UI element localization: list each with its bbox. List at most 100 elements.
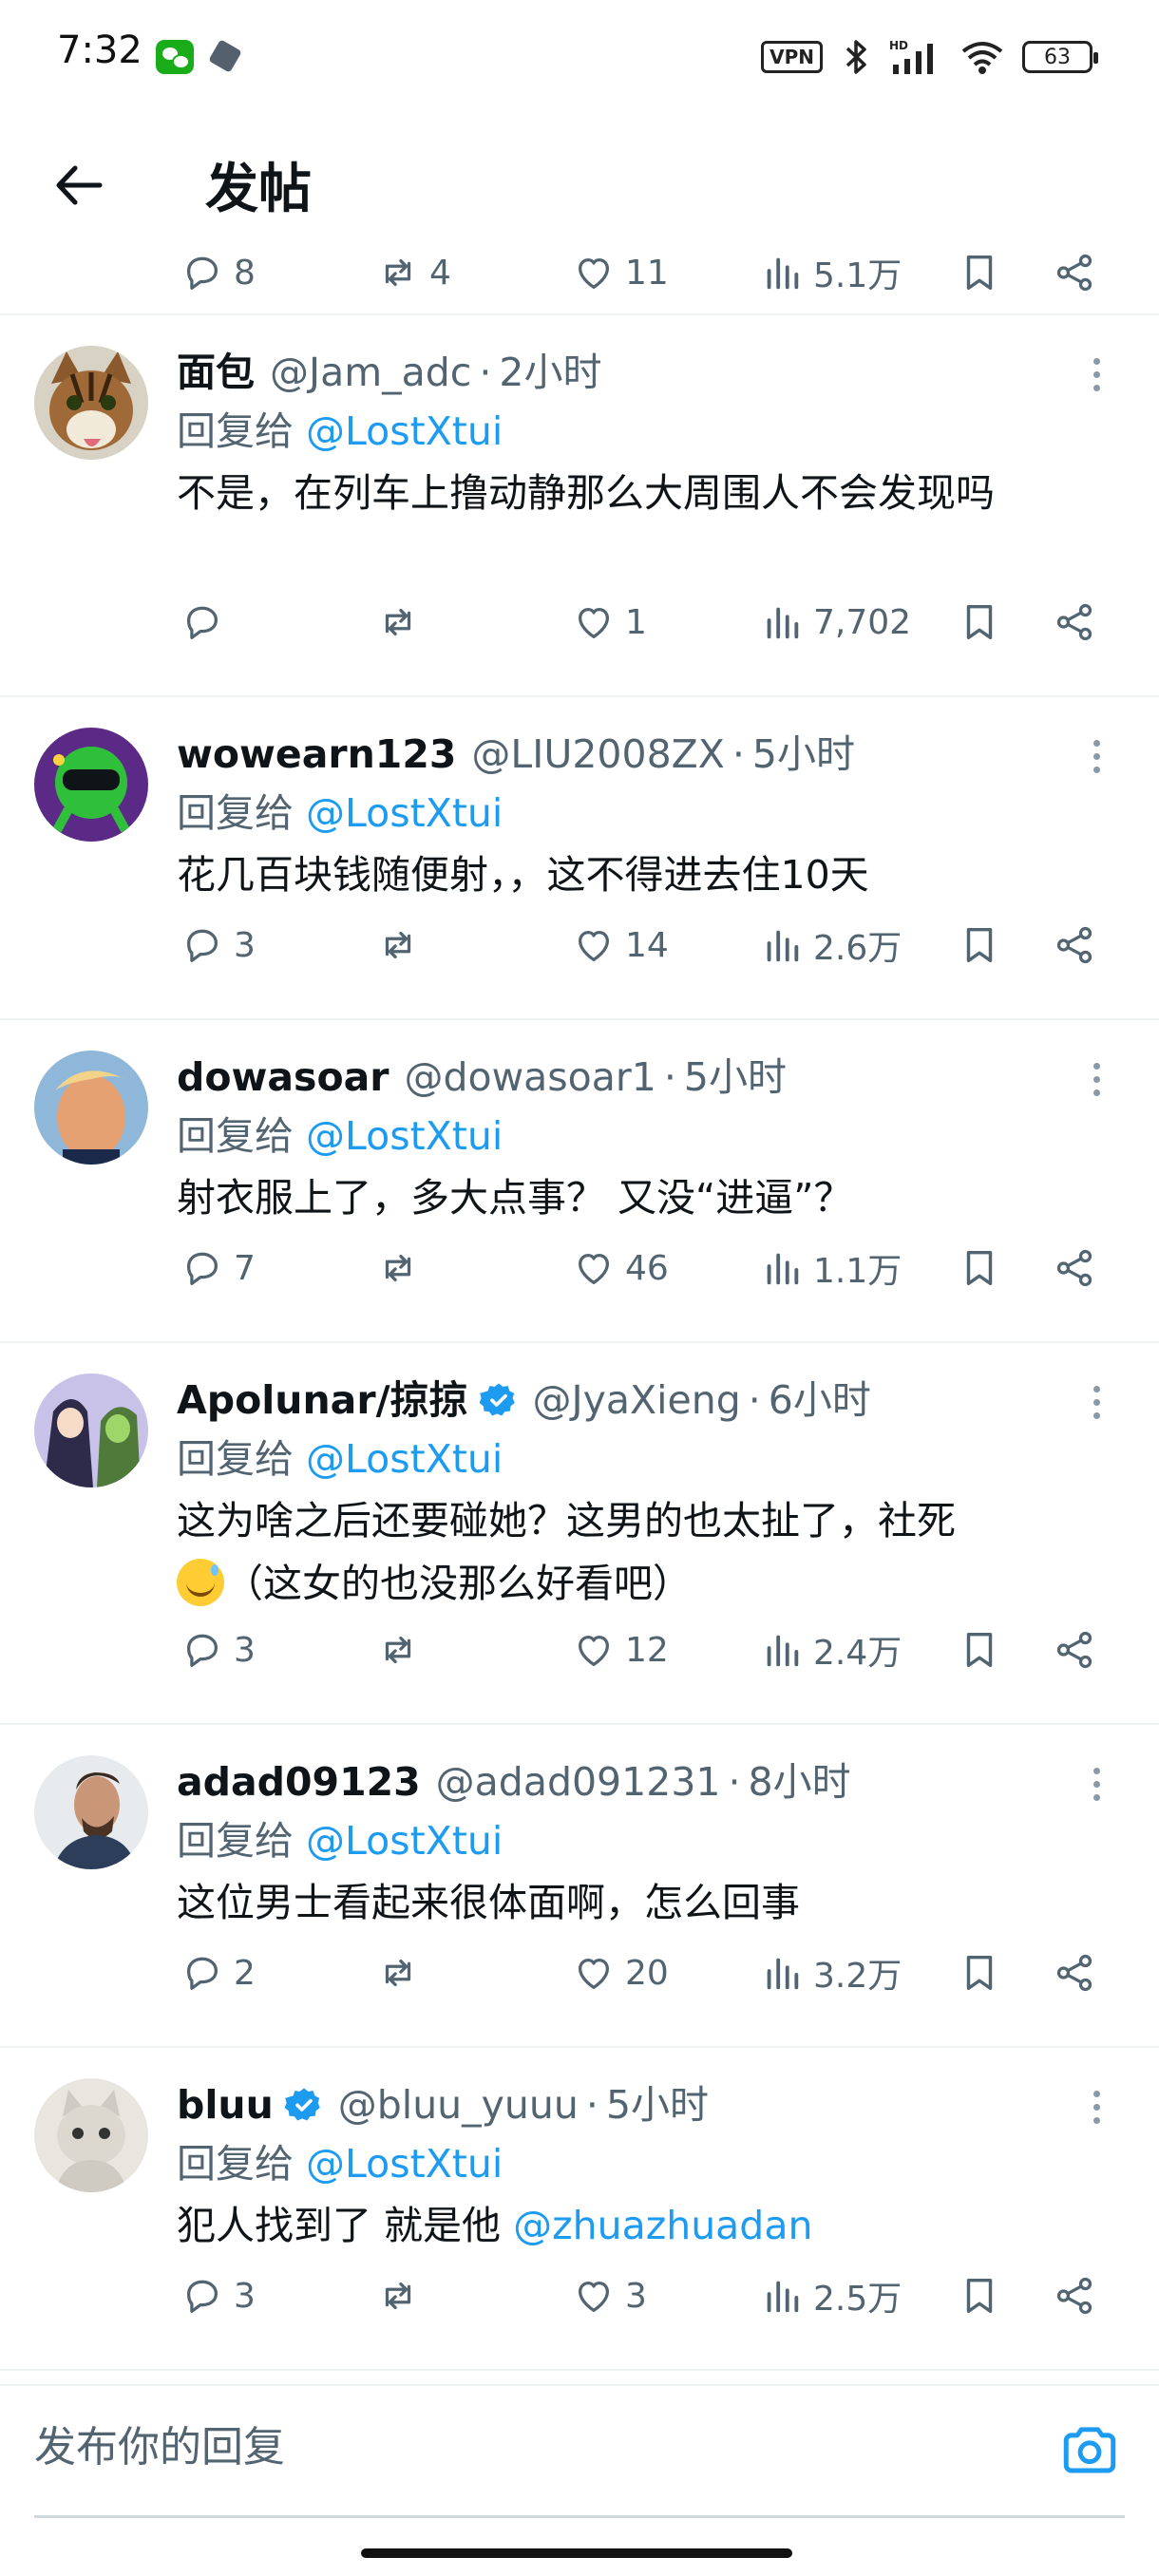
action-bar: 2 20 3.2万 — [0, 1940, 1159, 2006]
more-options-button[interactable] — [1077, 1373, 1115, 1430]
more-options-button[interactable] — [1077, 2078, 1115, 2135]
share-button[interactable] — [1053, 589, 1096, 655]
retweet-button[interactable] — [376, 1235, 429, 1301]
bookmark-button[interactable] — [958, 912, 1001, 978]
like-button[interactable]: 11 — [572, 239, 669, 306]
author-name[interactable]: Apolunar/掠掠 — [177, 1372, 468, 1429]
retweet-count: 4 — [429, 253, 451, 293]
retweet-button[interactable] — [376, 1940, 429, 2006]
author-handle[interactable]: @bluu_yuuu — [338, 2076, 579, 2133]
mention-link[interactable]: @zhuazhuadan — [513, 2203, 812, 2248]
retweet-button[interactable] — [376, 912, 429, 978]
like-button[interactable]: 3 — [572, 2263, 647, 2329]
reply-count: 7 — [234, 1248, 256, 1288]
reply-button[interactable]: 7 — [180, 1235, 256, 1301]
author-handle[interactable]: @JyaXieng — [533, 1372, 741, 1429]
share-button[interactable] — [1053, 1235, 1096, 1301]
author-handle[interactable]: @Jam_adc — [270, 344, 471, 401]
more-options-button[interactable] — [1077, 1051, 1115, 1108]
like-button[interactable]: 46 — [572, 1235, 669, 1301]
author-handle[interactable]: @dowasoar1 — [405, 1049, 656, 1106]
reply-to-link[interactable]: @LostXtui — [306, 408, 503, 454]
share-button[interactable] — [1053, 912, 1096, 978]
reply-input[interactable]: 发布你的回复 — [34, 2386, 984, 2510]
avatar[interactable] — [34, 346, 148, 460]
reply-to-label: 回复给 — [177, 408, 307, 454]
share-icon — [1056, 1954, 1092, 1992]
reply-to-link[interactable]: @LostXtui — [306, 790, 503, 836]
reply-item[interactable]: wowearn123 @LIU2008ZX · 5小时 回复给 @LostXtu… — [0, 697, 1159, 1020]
reply-button[interactable]: 3 — [180, 1617, 256, 1683]
like-button[interactable]: 14 — [572, 912, 669, 978]
share-button[interactable] — [1053, 1940, 1096, 2006]
more-options-button[interactable] — [1077, 728, 1115, 785]
author-handle[interactable]: @LIU2008ZX — [471, 726, 724, 783]
more-options-button[interactable] — [1077, 1755, 1115, 1812]
author-name[interactable]: 面包 — [177, 344, 255, 401]
reply-button[interactable]: 3 — [180, 2263, 256, 2329]
reply-button[interactable] — [180, 589, 234, 655]
reply-button[interactable]: 2 — [180, 1940, 256, 2006]
reply-item[interactable]: dowasoar @dowasoar1 · 5小时 回复给 @LostXtui … — [0, 1020, 1159, 1343]
share-button[interactable] — [1053, 2263, 1096, 2329]
reply-to-link[interactable]: @LostXtui — [306, 2141, 503, 2187]
like-button[interactable]: 1 — [572, 589, 647, 655]
separator-dot: · — [585, 2082, 598, 2128]
bookmark-button[interactable] — [958, 239, 1001, 306]
reply-to-link[interactable]: @LostXtui — [306, 1818, 503, 1864]
retweet-button[interactable] — [376, 1617, 429, 1683]
avatar[interactable] — [34, 1051, 148, 1165]
reply-count: 3 — [234, 1630, 256, 1670]
share-button[interactable] — [1053, 239, 1096, 306]
home-indicator[interactable] — [361, 2548, 792, 2558]
reply-item[interactable]: bluu @bluu_yuuu · 5小时 回复给 @LostXtui 犯人找到… — [0, 2048, 1159, 2371]
views-button[interactable]: 3.2万 — [760, 1940, 902, 2006]
back-button[interactable] — [46, 152, 112, 218]
views-button[interactable]: 7,702 — [760, 589, 911, 655]
bookmark-button[interactable] — [958, 1235, 1001, 1301]
views-button[interactable]: 1.1万 — [760, 1235, 902, 1301]
reply-to-link[interactable]: @LostXtui — [306, 1436, 503, 1482]
retweet-button[interactable] — [376, 2263, 429, 2329]
avatar[interactable] — [34, 728, 148, 842]
camera-button[interactable] — [1058, 2418, 1121, 2481]
author-name[interactable]: wowearn123 — [177, 726, 456, 783]
heart-icon — [578, 257, 610, 289]
reply-icon — [186, 1634, 218, 1667]
reply-button[interactable]: 8 — [180, 239, 256, 306]
author-handle[interactable]: @adad091231 — [436, 1753, 721, 1810]
reply-icon — [186, 1252, 218, 1285]
retweet-button[interactable]: 4 — [376, 239, 451, 306]
author-name[interactable]: adad09123 — [177, 1753, 421, 1810]
reply-item[interactable]: adad09123 @adad091231 · 8小时 回复给 @LostXtu… — [0, 1725, 1159, 2048]
avatar[interactable] — [34, 2078, 148, 2192]
bookmark-button[interactable] — [958, 1940, 1001, 2006]
like-button[interactable]: 20 — [572, 1940, 669, 2006]
like-button[interactable]: 12 — [572, 1617, 669, 1683]
avatar[interactable] — [34, 1373, 148, 1487]
author-name[interactable]: bluu — [177, 2076, 274, 2133]
reply-item[interactable]: Apolunar/掠掠 @JyaXieng · 6小时 回复给 @LostXtu… — [0, 1343, 1159, 1725]
views-button[interactable]: 5.1万 — [760, 239, 902, 306]
more-options-button[interactable] — [1077, 346, 1115, 403]
views-button[interactable]: 2.4万 — [760, 1617, 902, 1683]
app-notification-icon — [208, 39, 242, 73]
author-name[interactable]: dowasoar — [177, 1049, 390, 1106]
bookmark-button[interactable] — [958, 589, 1001, 655]
avatar[interactable] — [34, 1755, 148, 1869]
reply-button[interactable]: 3 — [180, 912, 256, 978]
like-count: 11 — [625, 253, 669, 293]
input-underline — [34, 2515, 1125, 2518]
retweet-button[interactable] — [376, 589, 429, 655]
like-count: 3 — [625, 2276, 647, 2316]
bookmark-button[interactable] — [958, 2263, 1001, 2329]
bookmark-button[interactable] — [958, 1617, 1001, 1683]
reply-to-link[interactable]: @LostXtui — [306, 1113, 503, 1159]
reply-feed[interactable]: 8 4 11 5.1万 面包 @Jam_adc · 2小时 回复给 @LostX… — [0, 190, 1159, 2371]
reply-item[interactable]: 面包 @Jam_adc · 2小时 回复给 @LostXtui 不是，在列车上撸… — [0, 315, 1159, 697]
heart-icon — [578, 1253, 610, 1284]
share-button[interactable] — [1053, 1617, 1096, 1683]
views-button[interactable]: 2.5万 — [760, 2263, 902, 2329]
post-time: 5小时 — [605, 2082, 710, 2128]
views-button[interactable]: 2.6万 — [760, 912, 902, 978]
